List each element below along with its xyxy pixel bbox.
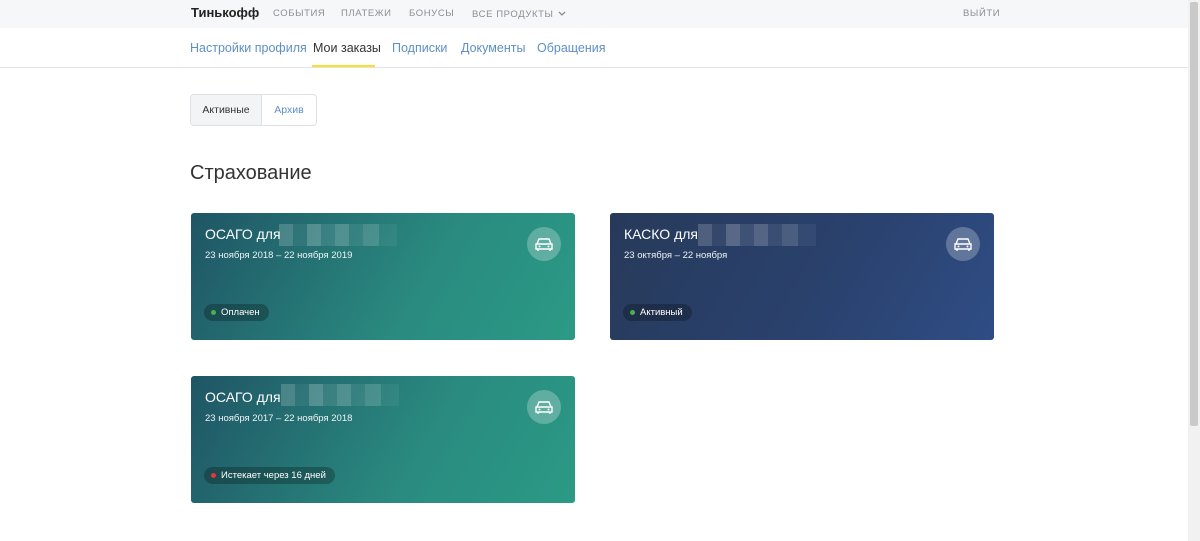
car-icon xyxy=(946,227,980,261)
status-dot xyxy=(211,473,216,478)
card-title: КАСКО для xyxy=(624,226,698,242)
profile-tabs: Настройки профиля Мои заказы Подписки До… xyxy=(0,28,1188,68)
card-dates: 23 ноября 2017 – 22 ноября 2018 xyxy=(205,413,353,424)
card-title: ОСАГО для xyxy=(205,389,281,405)
status-dot xyxy=(630,310,635,315)
insurance-card[interactable]: КАСКО для 23 октября – 22 ноября Активны… xyxy=(610,213,994,340)
section-title: Страхование xyxy=(190,162,312,184)
insurance-card[interactable]: ОСАГО для 23 ноября 2017 – 22 ноября 201… xyxy=(191,376,575,503)
nav-item-payments[interactable]: ПЛАТЕЖИ xyxy=(341,8,392,19)
car-icon xyxy=(527,390,561,424)
nav-item-bonuses[interactable]: БОНУСЫ xyxy=(409,8,454,19)
nav-item-events[interactable]: СОБЫТИЯ xyxy=(273,8,325,19)
tab-profile-settings[interactable]: Настройки профиля xyxy=(190,41,307,55)
filter-archive-button[interactable]: Архив xyxy=(262,95,316,125)
status-badge: Активный xyxy=(623,304,692,321)
status-text: Истекает через 16 дней xyxy=(221,470,326,481)
redacted-plate xyxy=(698,224,816,246)
status-text: Активный xyxy=(640,307,683,318)
vertical-scrollbar[interactable] xyxy=(1188,0,1200,541)
car-icon xyxy=(527,227,561,261)
chevron-down-icon xyxy=(558,8,566,19)
logo[interactable]: Тинькофф xyxy=(191,5,259,20)
tab-subscriptions[interactable]: Подписки xyxy=(392,41,447,55)
filter-active-button[interactable]: Активные xyxy=(191,95,262,125)
nav-item-all-products[interactable]: ВСЕ ПРОДУКТЫ xyxy=(472,8,566,20)
card-dates: 23 октября – 22 ноября xyxy=(624,250,728,261)
tab-requests[interactable]: Обращения xyxy=(537,41,606,55)
active-tab-indicator xyxy=(312,65,375,67)
tab-documents[interactable]: Документы xyxy=(461,41,525,55)
card-title: ОСАГО для xyxy=(205,226,281,242)
status-badge: Истекает через 16 дней xyxy=(204,467,335,484)
scrollbar-thumb[interactable] xyxy=(1190,2,1198,426)
logout-link[interactable]: ВЫЙТИ xyxy=(963,8,1000,19)
tab-my-orders[interactable]: Мои заказы xyxy=(313,41,381,55)
redacted-plate xyxy=(279,224,397,246)
status-dot xyxy=(211,310,216,315)
nav-item-all-products-label: ВСЕ ПРОДУКТЫ xyxy=(472,9,554,20)
redacted-plate xyxy=(281,384,399,406)
orders-filter: Активные Архив xyxy=(190,94,317,126)
status-badge: Оплачен xyxy=(204,304,269,321)
status-text: Оплачен xyxy=(221,307,260,318)
top-navigation-bar: Тинькофф СОБЫТИЯ ПЛАТЕЖИ БОНУСЫ ВСЕ ПРОД… xyxy=(0,0,1188,28)
insurance-card[interactable]: ОСАГО для 23 ноября 2018 – 22 ноября 201… xyxy=(191,213,575,340)
card-dates: 23 ноября 2018 – 22 ноября 2019 xyxy=(205,250,353,261)
